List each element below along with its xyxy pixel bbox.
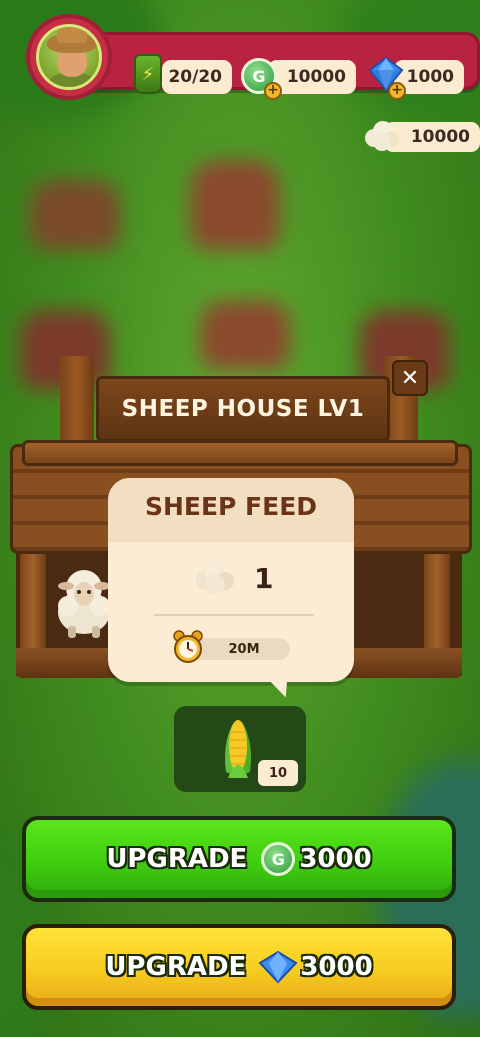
corn-count: 10 [268, 765, 288, 781]
feed-popup-title: SHEEP FEED [144, 492, 318, 521]
feed-popup: SHEEP FEED 1 20M [108, 478, 354, 682]
gem-value: 1000 [406, 67, 454, 87]
gem-icon [258, 950, 298, 984]
building-sign: SHEEP HOUSE LV1 [96, 376, 390, 442]
player-avatar[interactable] [26, 14, 112, 100]
feed-item-slot[interactable]: 10 [174, 706, 306, 792]
close-button[interactable]: ✕ [392, 360, 428, 396]
timer-value: 20M [228, 641, 260, 657]
corn-count-badge: 10 [258, 760, 298, 786]
feed-quantity: 1 [254, 562, 274, 595]
farmer-avatar-icon [36, 24, 102, 90]
coin-icon: G [261, 842, 296, 876]
add-gems-button[interactable]: + [388, 82, 406, 100]
corn-icon [225, 720, 251, 778]
upgrade-coin-cost: 3000 [299, 844, 372, 874]
close-icon: ✕ [400, 365, 420, 391]
house-roof-ridge [22, 440, 458, 466]
energy-value: 20/20 [168, 67, 222, 87]
sheep[interactable] [54, 562, 114, 640]
upgrade-gem-cost: 3000 [300, 952, 373, 982]
energy-bottle-icon: ⚡ [134, 54, 162, 94]
add-coins-button[interactable]: + [264, 82, 282, 100]
cotton-value: 10000 [410, 127, 470, 147]
upgrade-label: UPGRADE [105, 952, 247, 982]
upgrade-label: UPGRADE [106, 844, 248, 874]
upgrade-with-coins-button[interactable]: UPGRADE G 3000 [22, 816, 456, 902]
energy-counter: 20/20 [162, 60, 232, 94]
upgrade-with-gems-button[interactable]: UPGRADE 3000 [22, 924, 456, 1010]
sign-post-left [60, 356, 94, 446]
coin-value: 10000 [286, 67, 346, 87]
building-title: SHEEP HOUSE LV1 [121, 396, 365, 422]
alarm-clock-icon [173, 630, 203, 663]
cotton-icon [196, 561, 234, 594]
cotton-icon [365, 121, 399, 151]
divider [154, 614, 314, 616]
top-hud: 20/20 ⚡ 10000 G + 1000 + 10000 [16, 14, 480, 152]
